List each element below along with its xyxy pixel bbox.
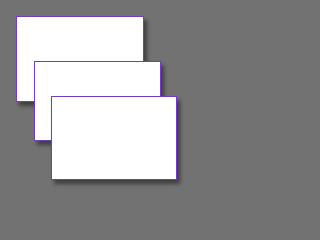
stacked-windows-illustration <box>0 0 200 200</box>
window-front <box>51 96 177 180</box>
